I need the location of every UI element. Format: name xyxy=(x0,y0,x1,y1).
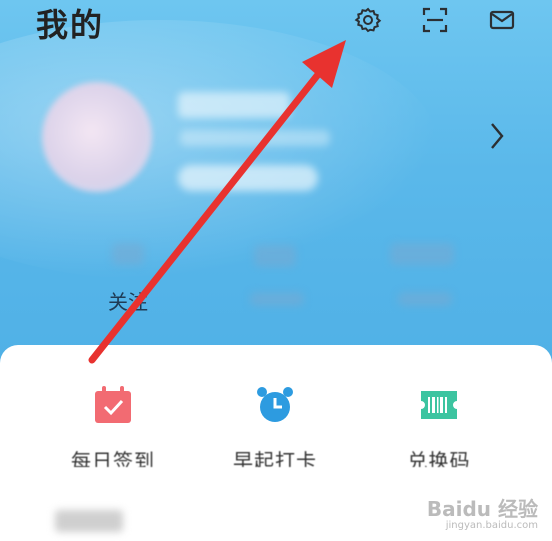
scan-icon[interactable] xyxy=(421,6,449,34)
avatar[interactable] xyxy=(42,82,152,192)
user-badge-blurred xyxy=(178,165,318,191)
stat-value-blurred xyxy=(112,243,144,265)
feature-label: 兑换码 xyxy=(407,449,471,467)
page-title: 我的 xyxy=(36,6,105,44)
user-subtitle-blurred xyxy=(180,130,330,146)
feature-early-rise[interactable]: 早起打卡 xyxy=(210,385,340,467)
gear-icon[interactable] xyxy=(354,6,382,34)
list-item-blurred[interactable] xyxy=(55,510,123,532)
stat-value-blurred xyxy=(254,245,296,267)
feature-daily-checkin[interactable]: 每日签到 xyxy=(48,385,178,467)
watermark-brand: Baidu 经验 xyxy=(426,497,538,521)
stat-label-blurred xyxy=(398,292,452,306)
feature-redeem-code[interactable]: 兑换码 xyxy=(374,385,504,467)
feature-label: 每日签到 xyxy=(71,449,155,467)
watermark: Baidu 经验 jingyan.baidu.com xyxy=(427,493,538,531)
mail-icon[interactable] xyxy=(488,6,516,34)
alarm-clock-icon xyxy=(257,387,293,422)
barcode-ticket-icon xyxy=(421,391,457,419)
feature-label: 早起打卡 xyxy=(233,449,317,467)
stat-label-follow[interactable]: 关注 xyxy=(108,286,148,315)
chevron-right-icon[interactable] xyxy=(488,118,506,154)
stat-value-blurred xyxy=(390,243,454,265)
stat-label-blurred xyxy=(250,292,304,306)
username-blurred xyxy=(178,92,290,118)
calendar-check-icon xyxy=(95,386,131,423)
